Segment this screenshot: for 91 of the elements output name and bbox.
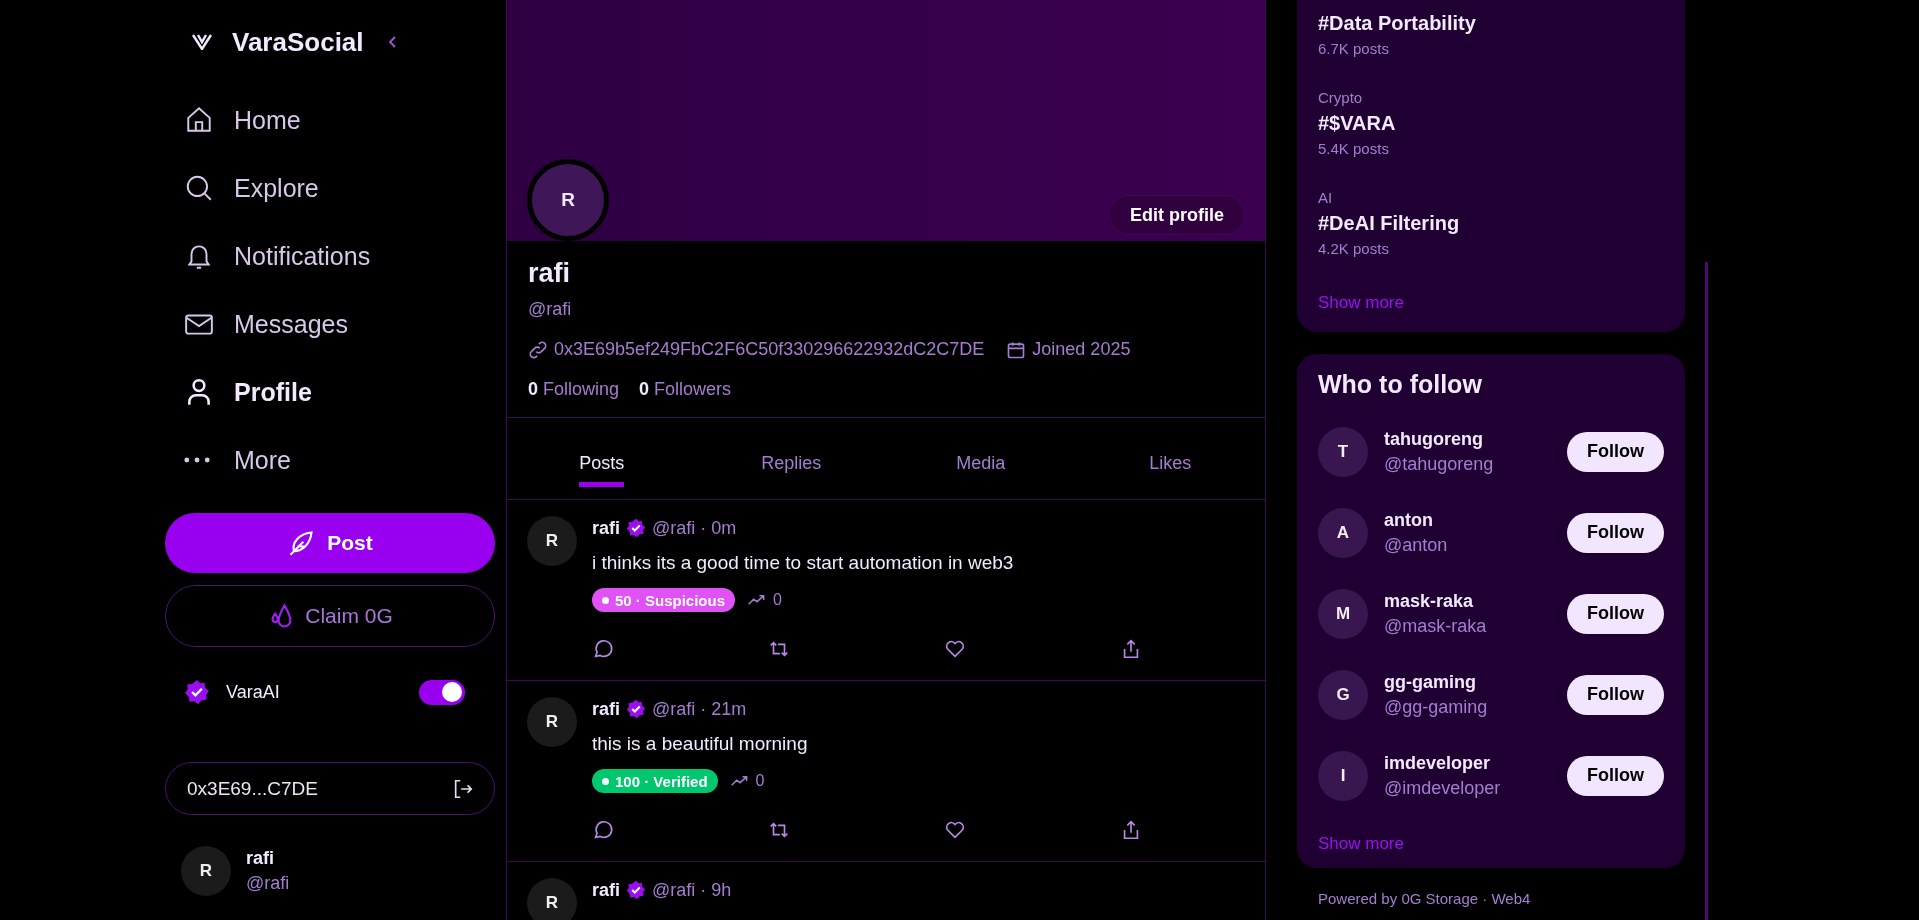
avatar: R — [181, 846, 231, 896]
post-handle-time: @rafi · 21m — [652, 698, 747, 720]
avatar: T — [1318, 426, 1368, 477]
account-name: rafi — [246, 848, 275, 869]
trend-category: AI — [1318, 189, 1334, 206]
post-handle-time: @rafi · 9h — [652, 879, 732, 901]
trend-tag[interactable]: #Data Portability — [1318, 12, 1664, 35]
verified-badge-icon — [184, 679, 210, 705]
user-name: imdeveloper — [1384, 752, 1492, 774]
trending-icon — [729, 774, 750, 788]
user-name: anton — [1384, 509, 1434, 531]
verified-badge-icon — [626, 518, 646, 538]
collapse-icon[interactable] — [387, 34, 398, 50]
trend-post-count: 6.7K posts — [1318, 40, 1390, 57]
nav-item[interactable]: Explore — [165, 154, 495, 222]
user-handle: @imdeveloper — [1384, 777, 1502, 799]
wallet-button[interactable]: 0x3E69...C7DE — [165, 762, 495, 815]
user-name: gg-gaming — [1384, 671, 1477, 693]
logout-icon — [452, 777, 474, 800]
repost-icon[interactable] — [768, 638, 790, 660]
avatar: I — [1318, 750, 1368, 801]
nav-item[interactable]: More — [165, 426, 495, 494]
author-name: rafi — [592, 517, 620, 539]
trend-post-count: 4.2K posts — [1318, 240, 1390, 257]
avatar: M — [1318, 588, 1368, 639]
brand-name: VaraSocial — [232, 26, 364, 58]
trend-category: Crypto — [1318, 89, 1364, 106]
comment-icon[interactable] — [592, 638, 614, 660]
profile-avatar: R — [527, 159, 609, 241]
user-handle: @anton — [1384, 534, 1449, 556]
joined-date: Joined 2025 — [1032, 339, 1131, 360]
vara-ai-label: VaraAI — [226, 681, 281, 703]
view-count: 0 — [773, 591, 782, 609]
nav-item[interactable]: Profile — [165, 358, 495, 426]
score-badge: 100 · Verified — [592, 769, 718, 793]
nav-item[interactable]: Notifications — [165, 222, 495, 290]
account-handle: @rafi — [246, 873, 290, 894]
avatar: R — [527, 878, 577, 920]
post-text: this is a beautiful morning — [592, 733, 809, 755]
user-handle: @gg-gaming — [1384, 696, 1489, 718]
verified-badge-icon — [626, 699, 646, 719]
more-icon — [184, 457, 210, 463]
profile-tab[interactable]: Replies — [761, 438, 822, 487]
repost-icon[interactable] — [768, 819, 790, 841]
profile-name: rafi — [528, 258, 571, 289]
logo-icon — [192, 34, 212, 50]
post-button[interactable]: Post — [165, 513, 495, 573]
follow-button[interactable]: Follow — [1567, 593, 1664, 634]
user-handle: @mask-raka — [1384, 615, 1488, 637]
user-name: tahugoreng — [1384, 428, 1484, 450]
follow-button[interactable]: Follow — [1567, 755, 1664, 796]
comment-icon[interactable] — [592, 819, 614, 841]
follow-button[interactable]: Follow — [1567, 512, 1664, 553]
author-name: rafi — [592, 879, 620, 901]
follow-button[interactable]: Follow — [1567, 674, 1664, 715]
card-title: Who to follow — [1318, 370, 1483, 399]
avatar: R — [527, 516, 577, 566]
feather-icon — [287, 529, 316, 557]
user-handle: @tahugoreng — [1384, 453, 1495, 475]
profile-tab[interactable]: Posts — [579, 438, 625, 487]
trend-tag[interactable]: #DeAI Filtering — [1318, 212, 1664, 235]
user-name: mask-raka — [1384, 590, 1475, 612]
view-count: 0 — [755, 772, 765, 790]
link-icon — [528, 339, 548, 360]
post-text: i thinks its a good time to start automation in web3 — [592, 552, 1015, 574]
following-link[interactable]: 0 Following — [528, 379, 620, 400]
home-icon — [184, 105, 214, 135]
nav-item[interactable]: Messages — [165, 290, 495, 358]
trend-post-count: 5.4K posts — [1318, 140, 1390, 157]
followers-link[interactable]: 0 Followers — [639, 379, 732, 400]
verified-badge-icon — [626, 880, 646, 900]
search-icon — [184, 173, 214, 203]
score-badge: 50 · Suspicious — [592, 588, 736, 612]
heart-icon[interactable] — [944, 819, 966, 841]
profile-tab[interactable]: Likes — [1149, 438, 1192, 487]
avatar: A — [1318, 507, 1368, 558]
trend-tag[interactable]: #$VARA — [1318, 112, 1664, 135]
follow-button[interactable]: Follow — [1567, 431, 1664, 472]
author-name: rafi — [592, 698, 620, 720]
heart-icon[interactable] — [944, 638, 966, 660]
vara-ai-toggle[interactable] — [419, 679, 465, 705]
claim-button[interactable]: Claim 0G — [165, 585, 495, 647]
profile-handle: @rafi — [528, 299, 572, 320]
wallet-address: 0x3E69b5ef249FbC2F6C50f330296622932dC2C7DE — [554, 339, 985, 360]
footer-text: Powered by 0G Storage · Web4 — [1317, 890, 1532, 907]
edit-profile-button[interactable]: Edit profile — [1109, 195, 1245, 235]
avatar: G — [1318, 669, 1368, 720]
nav-item[interactable]: Home — [165, 86, 495, 154]
post-handle-time: @rafi · 0m — [652, 517, 737, 539]
avatar: R — [527, 697, 577, 747]
profile-tab[interactable]: Media — [956, 438, 1006, 487]
